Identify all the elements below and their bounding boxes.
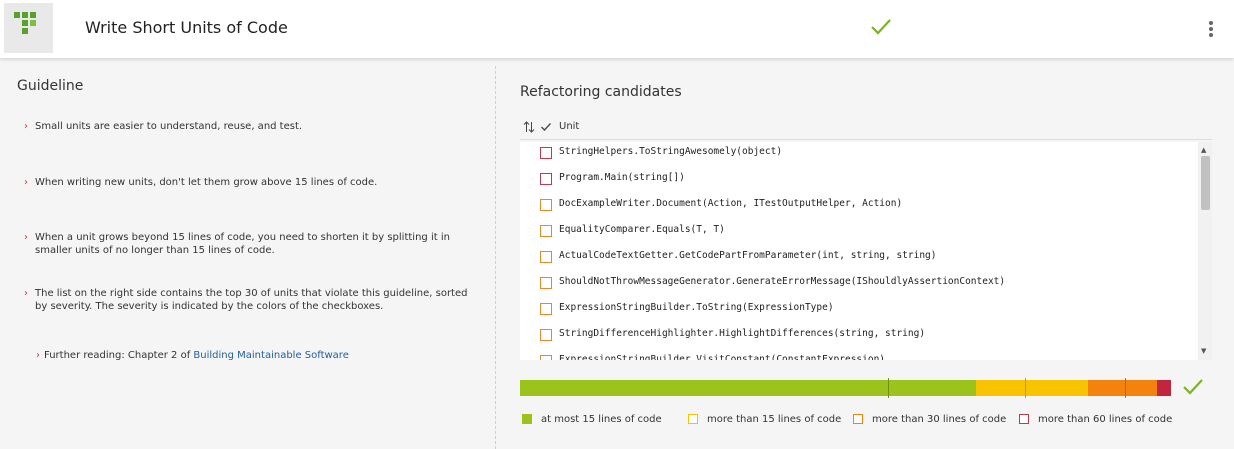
sig-logo-icon (14, 12, 36, 34)
candidates-title: Refactoring candidates (520, 84, 682, 100)
chevron-right-icon: › (24, 288, 28, 299)
unit-checkbox[interactable] (540, 147, 552, 159)
scroll-up-icon[interactable]: ▲ (1201, 147, 1206, 154)
unit-name: ActualCodeTextGetter.GetCodePartFromPara… (559, 250, 937, 261)
unit-checkbox[interactable] (540, 303, 552, 315)
list-item[interactable]: ShouldNotThrowMessageGenerator.GenerateE… (520, 272, 1196, 298)
list-item[interactable]: StringDifferenceHighlighter.HighlightDif… (520, 324, 1196, 350)
legend-item-more-than-15: more than 15 lines of code (688, 414, 841, 425)
list-item[interactable]: Program.Main(string[]) (520, 168, 1196, 194)
page-title: Write Short Units of Code (85, 18, 288, 37)
chevron-right-icon: › (24, 232, 28, 243)
unit-checkbox[interactable] (540, 251, 552, 263)
guideline-item: › When a unit grows beyond 15 lines of c… (24, 231, 474, 257)
unit-name: ShouldNotThrowMessageGenerator.GenerateE… (559, 276, 1006, 287)
bar-threshold-tick (888, 378, 889, 398)
guideline-item-text: Small units are easier to understand, re… (35, 121, 303, 132)
bar-segment (1157, 380, 1171, 396)
unit-name: ExpressionStringBuilder.VisitConstant(Co… (559, 354, 886, 360)
legend-swatch (1019, 414, 1029, 424)
unit-checkbox[interactable] (540, 329, 552, 341)
legend-swatch (688, 414, 698, 424)
severity-distribution-bar (520, 378, 1171, 398)
unit-list: StringHelpers.ToStringAwesomely(object) P… (520, 142, 1212, 360)
unit-name: Program.Main(string[]) (559, 172, 685, 183)
guideline-title: Guideline (17, 78, 84, 94)
list-item[interactable]: EqualityComparer.Equals(T, T) (520, 220, 1196, 246)
unit-checkbox[interactable] (540, 277, 552, 289)
list-header: Unit (520, 119, 1212, 140)
legend-label: more than 60 lines of code (1038, 414, 1173, 425)
bar-threshold-tick (1025, 378, 1026, 398)
legend-swatch (522, 414, 532, 424)
scrollbar[interactable]: ▲ ▼ (1198, 142, 1212, 360)
legend-item-more-than-60: more than 60 lines of code (1019, 414, 1172, 425)
bar-threshold-tick (1125, 378, 1126, 398)
legend-label: more than 30 lines of code (872, 414, 1007, 425)
unit-name: ExpressionStringBuilder.ToString(Express… (559, 302, 834, 313)
unit-checkbox[interactable] (540, 199, 552, 211)
legend-label: at most 15 lines of code (541, 414, 662, 425)
further-reading-prefix: Further reading: Chapter 2 of (44, 350, 194, 361)
list-item[interactable]: ExpressionStringBuilder.VisitConstant(Co… (520, 350, 1196, 360)
further-reading: › Further reading: Chapter 2 of Building … (36, 350, 349, 361)
chevron-right-icon: › (36, 350, 40, 361)
guideline-item-text: When writing new units, don't let them g… (35, 177, 378, 188)
app-header: Write Short Units of Code (0, 0, 1234, 58)
column-header-unit[interactable]: Unit (559, 121, 579, 132)
list-item[interactable]: DocExampleWriter.Document(Action, ITestO… (520, 194, 1196, 220)
candidates-panel: Refactoring candidates Unit StringHelper… (496, 58, 1234, 449)
check-icon (871, 19, 891, 35)
list-item[interactable]: StringHelpers.ToStringAwesomely(object) (520, 142, 1196, 168)
legend-label: more than 15 lines of code (707, 414, 842, 425)
unit-name: StringHelpers.ToStringAwesomely(object) (559, 146, 783, 157)
further-reading-link[interactable]: Building Maintainable Software (193, 350, 348, 361)
bar-segment (520, 380, 976, 396)
bar-segment (976, 380, 1088, 396)
chevron-right-icon: › (24, 121, 28, 132)
guideline-item-text: The list on the right side contains the … (35, 288, 468, 312)
bar-segment (1088, 380, 1157, 396)
guideline-item: › The list on the right side contains th… (24, 287, 474, 313)
legend-swatch (853, 414, 863, 424)
unit-name: DocExampleWriter.Document(Action, ITestO… (559, 198, 903, 209)
chevron-right-icon: › (24, 177, 28, 188)
unit-name: StringDifferenceHighlighter.HighlightDif… (559, 328, 926, 339)
sort-icon[interactable] (523, 121, 535, 133)
kebab-menu-icon[interactable] (1206, 20, 1216, 38)
guideline-item-text: When a unit grows beyond 15 lines of cod… (35, 232, 450, 256)
check-all-icon[interactable] (540, 121, 552, 133)
unit-checkbox[interactable] (540, 355, 552, 360)
guideline-item: › Small units are easier to understand, … (24, 120, 474, 133)
scrollbar-thumb[interactable] (1201, 156, 1210, 210)
list-item[interactable]: ExpressionStringBuilder.ToString(Express… (520, 298, 1196, 324)
unit-name: EqualityComparer.Equals(T, T) (559, 224, 725, 235)
legend-item-at-most-15: at most 15 lines of code (522, 414, 662, 425)
list-item[interactable]: ActualCodeTextGetter.GetCodePartFromPara… (520, 246, 1196, 272)
unit-checkbox[interactable] (540, 173, 552, 185)
scroll-down-icon[interactable]: ▼ (1201, 348, 1206, 355)
legend-item-more-than-30: more than 30 lines of code (853, 414, 1006, 425)
guideline-item: › When writing new units, don't let them… (24, 176, 474, 189)
guideline-panel: Guideline › Small units are easier to un… (0, 58, 495, 449)
unit-checkbox[interactable] (540, 225, 552, 237)
logo[interactable] (4, 3, 53, 53)
check-icon (1183, 379, 1203, 395)
